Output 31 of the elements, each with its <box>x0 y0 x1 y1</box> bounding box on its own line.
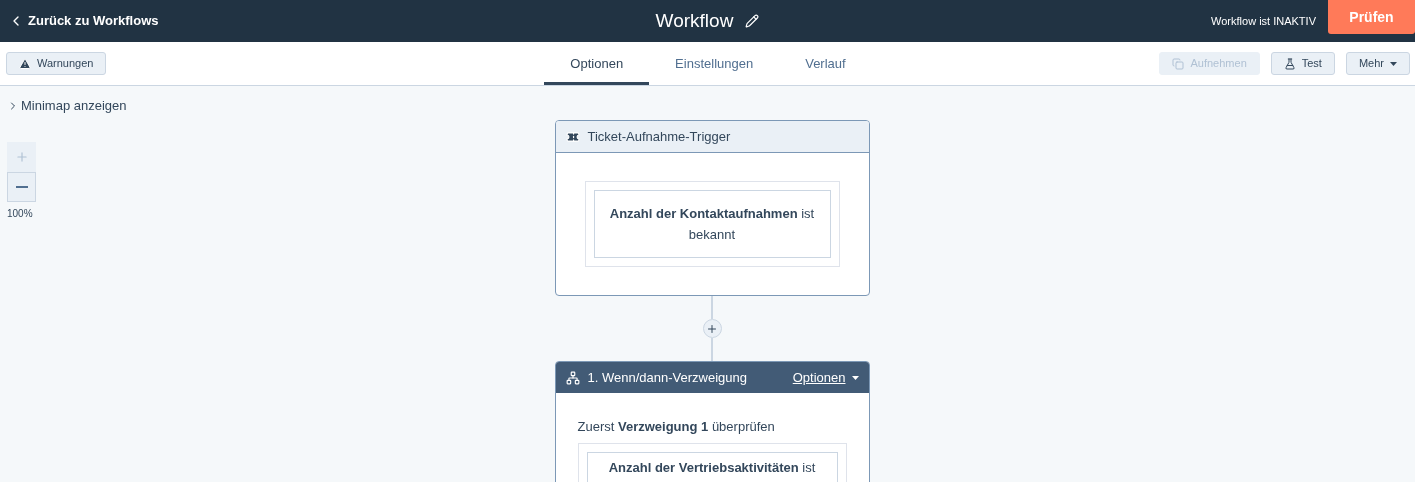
zoom-level: 100% <box>7 206 34 221</box>
condition-text: Anzahl der Vertriebsaktivitäten ist <box>608 458 816 477</box>
warning-icon <box>19 57 31 70</box>
toolbar-button[interactable]: Test <box>1270 52 1335 75</box>
tab[interactable]: Einstellungen <box>649 42 780 85</box>
branch-title: 1. Wenn/dann-Verzweigung <box>587 368 748 387</box>
minus-icon <box>15 185 28 188</box>
trigger-card[interactable]: Ticket-Aufnahme-Trigger Anzahl der Kontaktaufnahmen ist bekannt <box>554 120 870 296</box>
plus-icon <box>706 322 718 335</box>
add-step-button[interactable] <box>702 319 722 338</box>
condition-text: Anzahl der Kontaktaufnahmen ist bekannt <box>608 205 816 244</box>
options-link[interactable]: Optionen <box>792 367 859 388</box>
caret-icon <box>1390 61 1397 66</box>
back-link[interactable]: Zurück zu Workflows <box>0 11 159 31</box>
flask-icon <box>1283 57 1296 70</box>
plus-icon <box>14 149 29 164</box>
branch-card[interactable]: 1. Wenn/dann-Verzweigung Optionen Zuerst Verzweigung 1 überprüfen Anzahl der Vertriebsaktivitäten ist <box>554 361 870 482</box>
ticket-icon <box>565 129 580 144</box>
tab[interactable]: Optionen <box>544 42 650 85</box>
more-dropdown[interactable]: Mehr <box>1345 52 1410 75</box>
caret-icon <box>851 375 859 380</box>
workflow-status: Workflow ist INAKTIV <box>1211 13 1316 29</box>
trigger-title: Ticket-Aufnahme-Trigger <box>587 127 731 146</box>
edit-icon[interactable] <box>745 14 760 28</box>
workflow-title: Workflow <box>655 8 734 33</box>
branch-intro: Zuerst Verzweigung 1 überprüfen <box>577 418 776 436</box>
zoom-out-button[interactable] <box>7 171 36 202</box>
branch-icon <box>565 370 580 385</box>
warnings-button[interactable]: Warnungen <box>6 52 107 75</box>
tab[interactable]: Verlauf <box>779 42 872 85</box>
minimap-toggle[interactable]: Minimap anzeigen <box>7 96 127 116</box>
